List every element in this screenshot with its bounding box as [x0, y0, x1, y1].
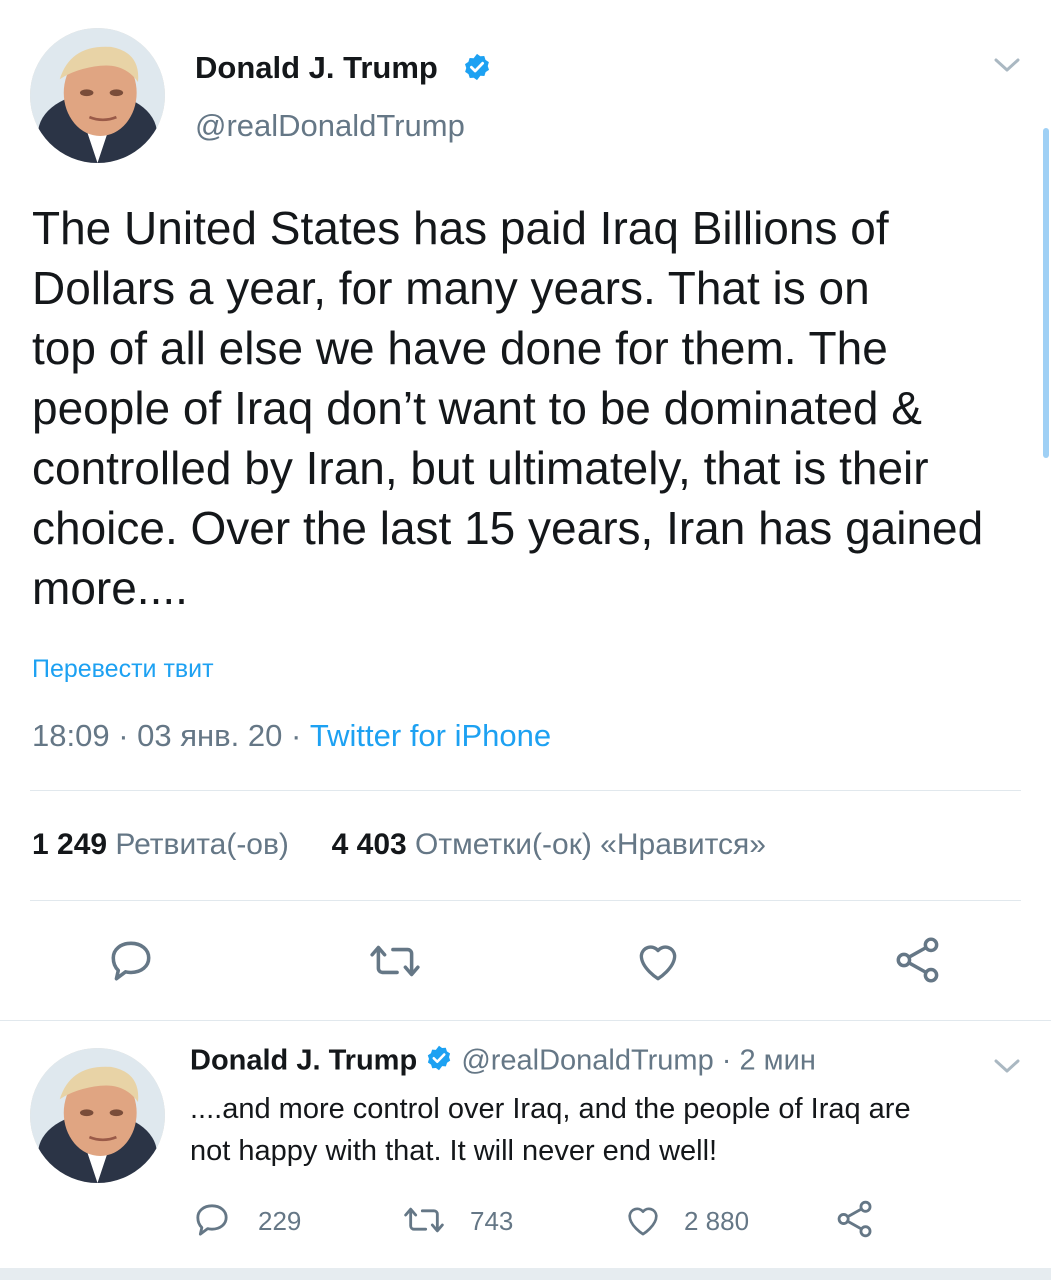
- like-count: 2 880: [684, 1206, 750, 1236]
- retweets-count: 1 249: [32, 828, 108, 861]
- share-icon[interactable]: [892, 934, 944, 986]
- share-icon[interactable]: [834, 1198, 876, 1240]
- retweets-stat[interactable]: 1 249 Ретвита(-ов): [32, 828, 289, 861]
- retweet-icon[interactable]: [368, 936, 422, 986]
- reply-icon[interactable]: [106, 936, 156, 986]
- reply-author-handle[interactable]: @realDonaldTrump: [461, 1045, 713, 1077]
- tweet-text-line: more....: [32, 562, 188, 614]
- engagement-stats: 1 249 Ретвита(-ов) 4 403 Отметки(-ок) «Н…: [32, 828, 766, 862]
- tweet-text-line: people of Iraq don’t want to be dominate…: [32, 382, 922, 434]
- tweet-text-line: choice. Over the last 15 years, Iran has…: [32, 502, 984, 554]
- tweet-time: 18:09: [32, 718, 110, 753]
- retweet-count: 743: [470, 1206, 514, 1236]
- meta-separator: ·: [290, 718, 302, 753]
- chevron-down-icon[interactable]: [993, 1056, 1021, 1076]
- tweet-date: 03 янв. 20: [137, 718, 283, 753]
- tweet-text: The United States has paid Iraq Billions…: [32, 198, 1032, 618]
- author-name[interactable]: Donald J. Trump: [195, 50, 438, 86]
- meta-separator: ·: [118, 718, 129, 753]
- retweets-label: Ретвита(-ов): [115, 828, 289, 861]
- author-avatar[interactable]: [30, 28, 165, 163]
- tweet-meta: 18:09 · 03 янв. 20 · Twitter for iPhone: [32, 718, 551, 754]
- divider: [30, 790, 1021, 791]
- scrollbar[interactable]: [1043, 128, 1049, 458]
- reply-author-name[interactable]: Donald J. Trump: [190, 1045, 417, 1077]
- tweet-text-line: top of all else we have done for them. T…: [32, 322, 888, 374]
- reply-tweet-text: ....and more control over Iraq, and the …: [190, 1088, 1030, 1172]
- reply-text-line: ....and more control over Iraq, and the …: [190, 1093, 911, 1125]
- like-icon[interactable]: [632, 936, 684, 986]
- like-icon[interactable]: [622, 1200, 664, 1240]
- reply-text-line: not happy with that. It will never end w…: [190, 1135, 718, 1167]
- reply-time-ago: · 2 мин: [721, 1044, 816, 1077]
- reply-count: 229: [258, 1206, 302, 1236]
- retweet-icon[interactable]: [402, 1200, 446, 1240]
- tweet-source-link[interactable]: Twitter for iPhone: [310, 718, 551, 753]
- tweet-text-line: Dollars a year, for many years. That is …: [32, 262, 870, 314]
- divider: [0, 1020, 1051, 1021]
- bottom-separator: [0, 1268, 1051, 1280]
- likes-stat[interactable]: 4 403 Отметки(-ок) «Нравится»: [332, 828, 766, 861]
- author-handle[interactable]: @realDonaldTrump: [195, 108, 465, 144]
- likes-label: Отметки(-ок) «Нравится»: [415, 828, 766, 861]
- reply-author-avatar[interactable]: [30, 1048, 165, 1183]
- reply-icon[interactable]: [192, 1200, 232, 1240]
- translate-tweet-link[interactable]: Перевести твит: [32, 655, 214, 684]
- tweet-text-line: controlled by Iran, but ultimately, that…: [32, 442, 929, 494]
- reply-header: Donald J. Trump @realDonaldTrump · 2 мин: [190, 1044, 816, 1080]
- divider: [30, 900, 1021, 901]
- verified-badge-icon: [462, 52, 492, 87]
- likes-count: 4 403: [331, 828, 407, 861]
- verified-badge-icon: [425, 1044, 453, 1080]
- tweet-text-line: The United States has paid Iraq Billions…: [32, 202, 889, 254]
- chevron-down-icon[interactable]: [993, 55, 1021, 75]
